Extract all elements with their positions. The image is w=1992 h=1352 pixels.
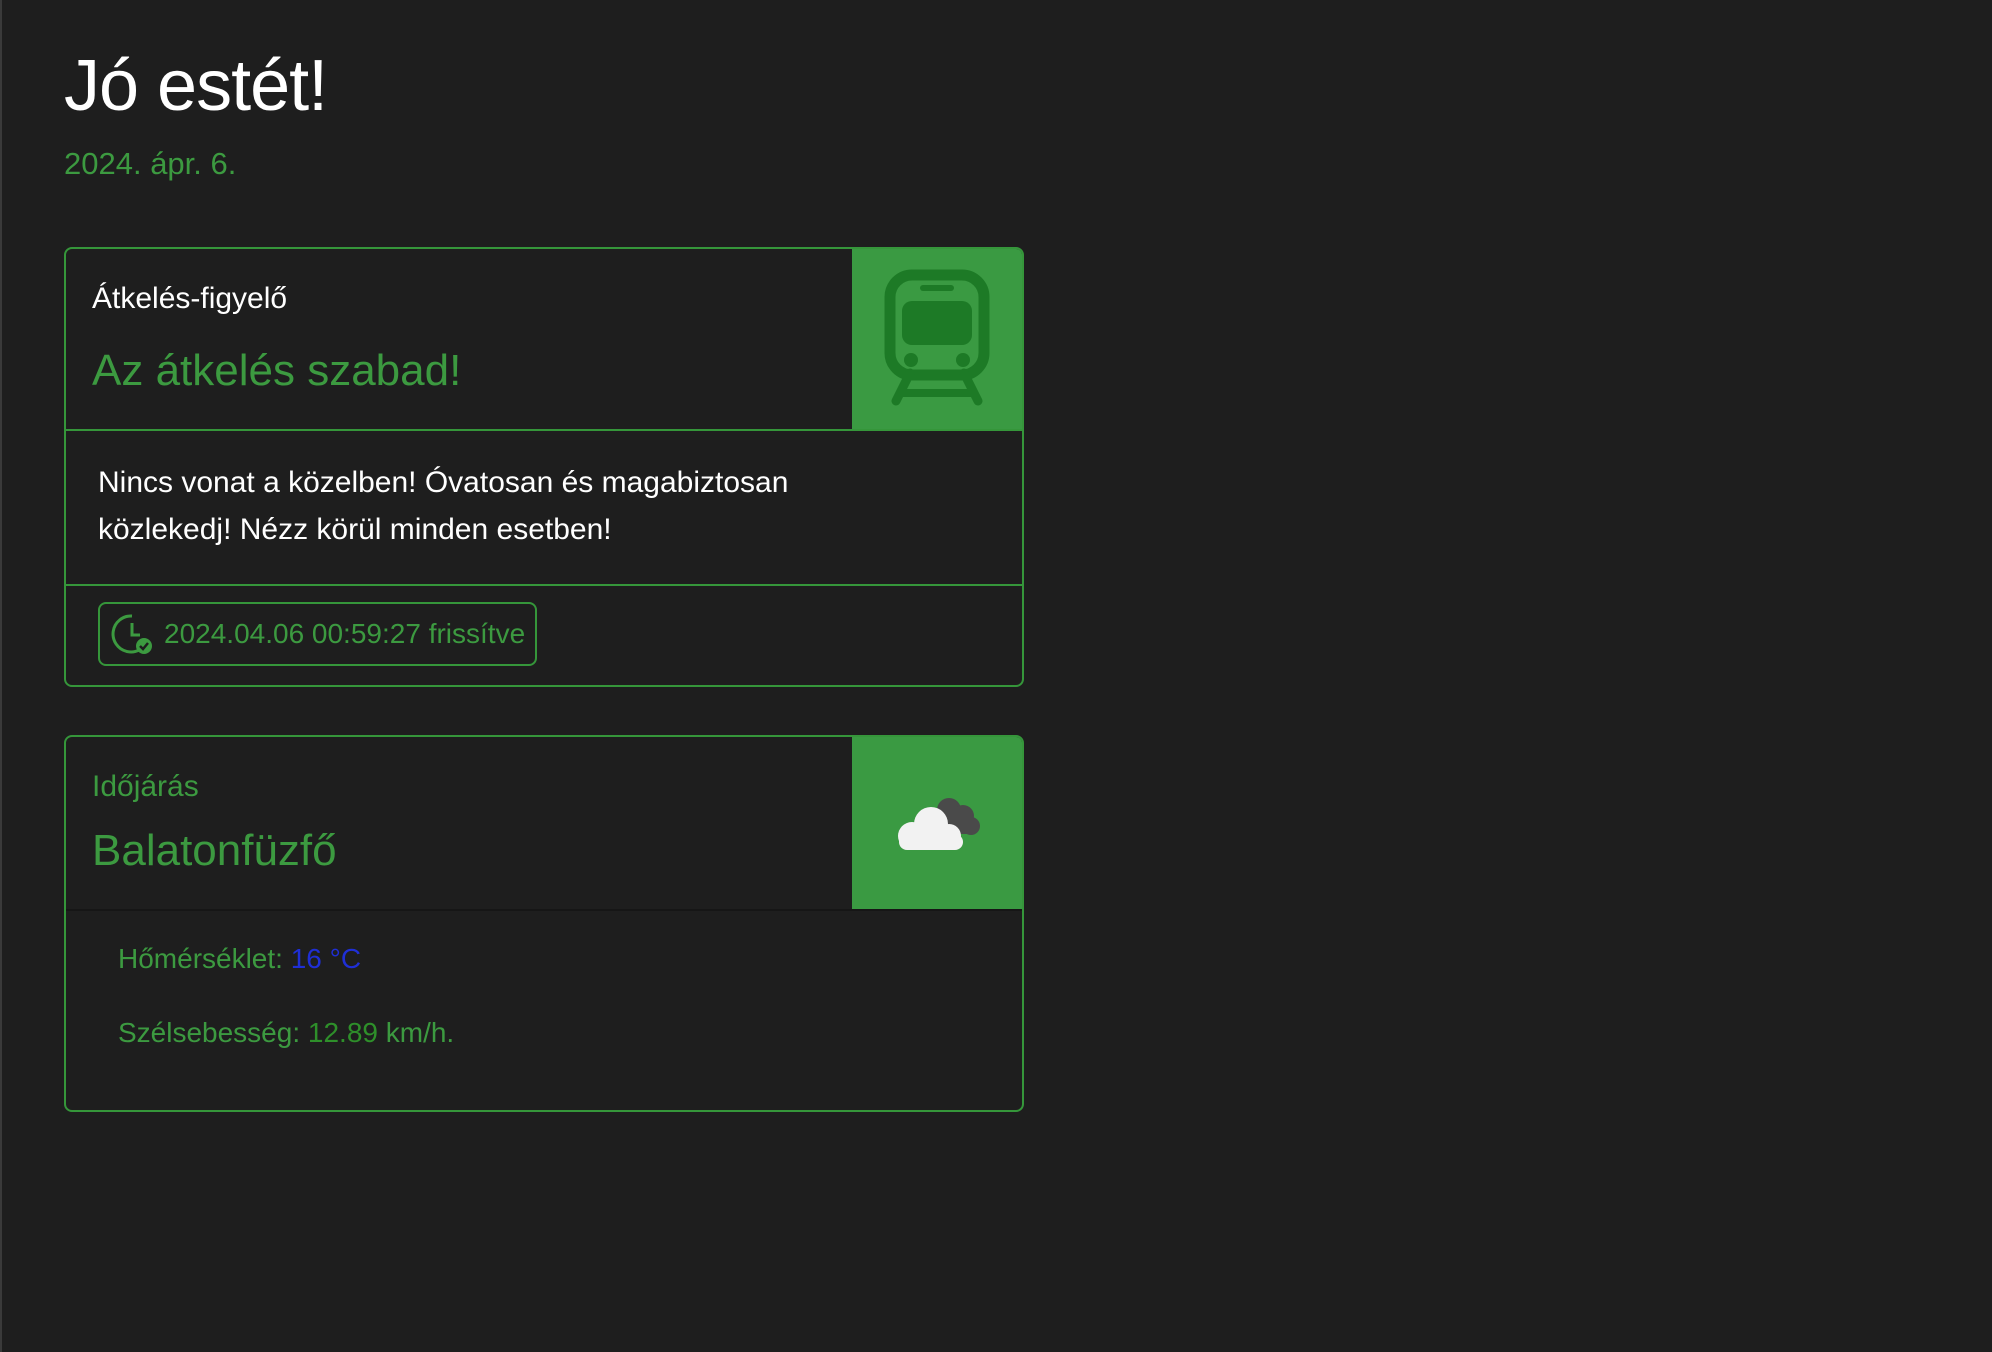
crossing-message: Nincs vonat a közelben! Óvatosan és maga… bbox=[98, 466, 789, 546]
current-date: 2024. ápr. 6. bbox=[64, 146, 237, 181]
page: Jó estét! 2024. ápr. 6. Átkelés-figyelő … bbox=[0, 0, 1992, 1352]
last-updated-text: 2024.04.06 00:59:27 frissítve bbox=[164, 618, 526, 649]
weather-card-subtitle: Időjárás bbox=[92, 770, 199, 803]
weather-location: Balatonfüzfő bbox=[92, 826, 337, 875]
crossing-card-header: Átkelés-figyelő Az átkelés szabad! bbox=[66, 249, 1022, 431]
crossing-card-subtitle: Átkelés-figyelő bbox=[92, 282, 288, 315]
weather-card-header: Időjárás Balatonfüzfő bbox=[66, 737, 1022, 911]
crossing-monitor-card: Átkelés-figyelő Az átkelés szabad! Nincs… bbox=[64, 247, 1024, 687]
last-updated-badge: 2024.04.06 00:59:27 frissítve bbox=[98, 602, 538, 666]
temperature-row: Hőmérséklet: 16 °C bbox=[118, 941, 361, 977]
wind-speed-label: Szélsebesség: bbox=[118, 1017, 301, 1048]
clock-check-icon bbox=[111, 614, 152, 654]
crossing-status: Az átkelés szabad! bbox=[92, 346, 462, 395]
crossing-icon-box bbox=[852, 249, 1022, 429]
cloud-icon bbox=[898, 798, 980, 850]
wind-speed-value: 12.89 bbox=[307, 1017, 378, 1048]
temperature-label: Hőmérséklet: bbox=[118, 943, 283, 974]
weather-card: Időjárás Balatonfüzfő Hőmérséklet: 16 °C bbox=[64, 735, 1024, 1112]
greeting-heading: Jó estét! bbox=[64, 46, 328, 126]
wind-speed-unit: km/h. bbox=[385, 1017, 455, 1048]
weather-icon-box bbox=[852, 737, 1022, 909]
temperature-value: 16 °C bbox=[290, 943, 362, 974]
crossing-card-divider bbox=[66, 584, 1022, 586]
wind-speed-row: Szélsebesség: 12.89 km/h. bbox=[118, 1015, 454, 1051]
train-icon bbox=[884, 269, 990, 406]
